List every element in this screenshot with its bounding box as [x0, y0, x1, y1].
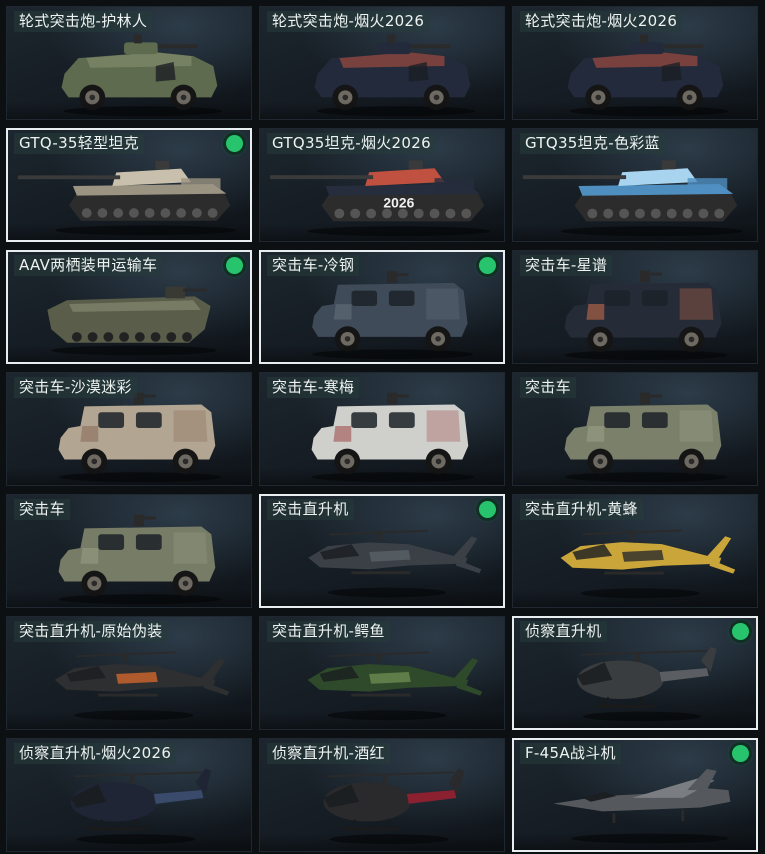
vehicle-card-title: AAV两栖装甲运输车: [14, 255, 163, 276]
vehicle-card[interactable]: 侦察直升机: [512, 616, 758, 730]
vehicle-card[interactable]: 突击直升机-黄蜂: [512, 494, 758, 608]
vehicle-card[interactable]: 侦察直升机-烟火2026: [6, 738, 252, 852]
vehicle-card-title: 突击直升机: [267, 499, 354, 520]
vehicle-grid: 轮式突击炮-护林人 轮式突击炮-烟火2026 轮式突击炮-烟火2026 GTQ-…: [6, 6, 758, 852]
vehicle-card-title: GTQ35坦克-色彩蓝: [520, 133, 665, 154]
vehicle-card-title: 突击车-寒梅: [267, 377, 360, 398]
vehicle-card[interactable]: 侦察直升机-酒红: [259, 738, 505, 852]
vehicle-card[interactable]: 2026 GTQ35坦克-烟火2026: [259, 128, 505, 242]
vehicle-card-title: 侦察直升机: [520, 621, 607, 642]
vehicle-card[interactable]: 突击车-冷钢: [259, 250, 505, 364]
vehicle-card-title: 侦察直升机-酒红: [267, 743, 390, 764]
vehicle-card-title: 侦察直升机-烟火2026: [14, 743, 177, 764]
vehicle-card-title: 突击直升机-鳄鱼: [267, 621, 390, 642]
equipped-status-dot-icon: [226, 257, 243, 274]
vehicle-card[interactable]: 突击直升机: [259, 494, 505, 608]
vehicle-card-title: F-45A战斗机: [520, 743, 621, 764]
vehicle-card[interactable]: 突击车: [6, 494, 252, 608]
vehicle-skin-gallery: { "cards": [ {"title": "轮式突击炮-护林人", "typ…: [0, 0, 765, 854]
vehicle-card-title: 突击车: [520, 377, 576, 398]
vehicle-card[interactable]: 轮式突击炮-烟火2026: [512, 6, 758, 120]
equipped-status-dot-icon: [226, 135, 243, 152]
vehicle-card[interactable]: 突击车-寒梅: [259, 372, 505, 486]
vehicle-card-title: 突击直升机-原始伪装: [14, 621, 168, 642]
vehicle-card-title: 轮式突击炮-护林人: [14, 11, 153, 32]
vehicle-card[interactable]: F-45A战斗机: [512, 738, 758, 852]
vehicle-card-title: 突击车-星谱: [520, 255, 613, 276]
vehicle-card[interactable]: AAV两栖装甲运输车: [6, 250, 252, 364]
vehicle-card-title: GTQ-35轻型坦克: [14, 133, 144, 154]
vehicle-card[interactable]: 轮式突击炮-护林人: [6, 6, 252, 120]
equipped-status-dot-icon: [479, 501, 496, 518]
vehicle-card[interactable]: 突击直升机-原始伪装: [6, 616, 252, 730]
vehicle-card-title: 突击车-冷钢: [267, 255, 360, 276]
vehicle-card-title: GTQ35坦克-烟火2026: [267, 133, 436, 154]
equipped-status-dot-icon: [732, 623, 749, 640]
vehicle-card[interactable]: 突击车-沙漠迷彩: [6, 372, 252, 486]
svg-text:2026: 2026: [383, 195, 414, 211]
vehicle-card[interactable]: 轮式突击炮-烟火2026: [259, 6, 505, 120]
vehicle-card[interactable]: GTQ-35轻型坦克: [6, 128, 252, 242]
equipped-status-dot-icon: [479, 257, 496, 274]
vehicle-card-title: 轮式突击炮-烟火2026: [267, 11, 430, 32]
vehicle-card-title: 突击直升机-黄蜂: [520, 499, 643, 520]
vehicle-card[interactable]: 突击车-星谱: [512, 250, 758, 364]
equipped-status-dot-icon: [732, 745, 749, 762]
vehicle-card-title: 突击车: [14, 499, 70, 520]
vehicle-card-title: 突击车-沙漠迷彩: [14, 377, 137, 398]
vehicle-card[interactable]: 突击车: [512, 372, 758, 486]
vehicle-card[interactable]: GTQ35坦克-色彩蓝: [512, 128, 758, 242]
vehicle-card[interactable]: 突击直升机-鳄鱼: [259, 616, 505, 730]
vehicle-card-title: 轮式突击炮-烟火2026: [520, 11, 683, 32]
